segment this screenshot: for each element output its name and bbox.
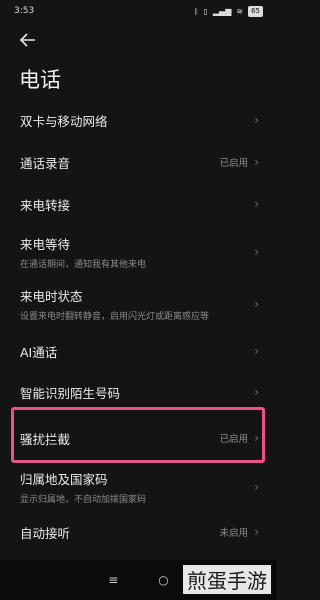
- row-status: 未启用: [219, 528, 249, 539]
- wifi-icon: ≋: [236, 6, 244, 16]
- row-label: 归属地及国家码: [20, 472, 108, 487]
- row-subtitle: 在通话期间，通知我有其他来电: [20, 260, 147, 270]
- row-label: 来电时状态: [20, 289, 83, 304]
- row-call-recording[interactable]: 通话录音 已启用 ›: [0, 142, 277, 182]
- status-time: 3:53: [14, 6, 35, 16]
- signal-icon: ▂▄▆: [212, 6, 232, 16]
- row-status: 已启用: [219, 434, 249, 445]
- bluetooth-icon: ᛒ: [193, 6, 199, 16]
- row-location-country-code[interactable]: 归属地及国家码 显示归属地，不自动加拨国家码 ›: [0, 464, 277, 510]
- row-dual-sim[interactable]: 双卡与移动网络 ›: [0, 98, 277, 142]
- vibrate-icon: ▯: [203, 6, 208, 16]
- status-bar: 3:53 ᛒ ▯ ▂▄▆ ≋ 65: [0, 0, 277, 22]
- battery-icon: 65: [248, 5, 263, 17]
- chevron-right-icon: ›: [254, 155, 259, 169]
- chevron-right-icon: ›: [254, 297, 259, 311]
- row-label: AI通话: [20, 344, 58, 360]
- row-ai-call[interactable]: AI通话 ›: [0, 330, 277, 372]
- row-identify-unknown[interactable]: 智能识别陌生号码 ›: [0, 372, 277, 412]
- row-label: 来电转接: [20, 197, 71, 213]
- home-icon[interactable]: ○: [158, 573, 168, 587]
- watermark-logo: 煎蛋手游: [183, 565, 271, 594]
- chevron-right-icon: ›: [254, 344, 259, 358]
- row-subtitle: 显示归属地，不自动加拨国家码: [20, 495, 147, 505]
- settings-list: 双卡与移动网络 › 通话录音 已启用 › 来电转接 › 来电等待 在通话期间，通…: [0, 98, 277, 554]
- row-status: 已启用: [219, 158, 249, 169]
- row-auto-answer[interactable]: 自动接听 未启用 ›: [0, 510, 277, 554]
- back-arrow-icon[interactable]: [18, 30, 38, 50]
- row-label: 智能识别陌生号码: [20, 385, 121, 401]
- row-call-waiting[interactable]: 来电等待 在通话期间，通知我有其他来电 ›: [0, 226, 277, 278]
- row-spam-blocking[interactable]: 骚扰拦截 已启用 ›: [0, 412, 277, 464]
- row-label: 双卡与移动网络: [20, 113, 108, 129]
- chevron-right-icon: ›: [254, 245, 259, 259]
- menu-icon[interactable]: ≡: [108, 573, 118, 587]
- row-call-forwarding[interactable]: 来电转接 ›: [0, 182, 277, 226]
- chevron-right-icon: ›: [254, 385, 259, 399]
- chevron-right-icon: ›: [254, 113, 259, 127]
- chevron-right-icon: ›: [254, 480, 259, 494]
- row-label: 来电等待: [20, 237, 71, 252]
- row-incoming-call-status[interactable]: 来电时状态 设置来电时翻转静音，启用闪光灯或距离感应等 ›: [0, 278, 277, 330]
- row-subtitle: 设置来电时翻转静音，启用闪光灯或距离感应等: [20, 312, 210, 322]
- chevron-right-icon: ›: [254, 525, 259, 539]
- status-icons: ᛒ ▯ ▂▄▆ ≋ 65: [193, 5, 263, 17]
- chevron-right-icon: ›: [254, 431, 259, 445]
- page-title: 电话: [19, 68, 61, 92]
- chevron-right-icon: ›: [254, 197, 259, 211]
